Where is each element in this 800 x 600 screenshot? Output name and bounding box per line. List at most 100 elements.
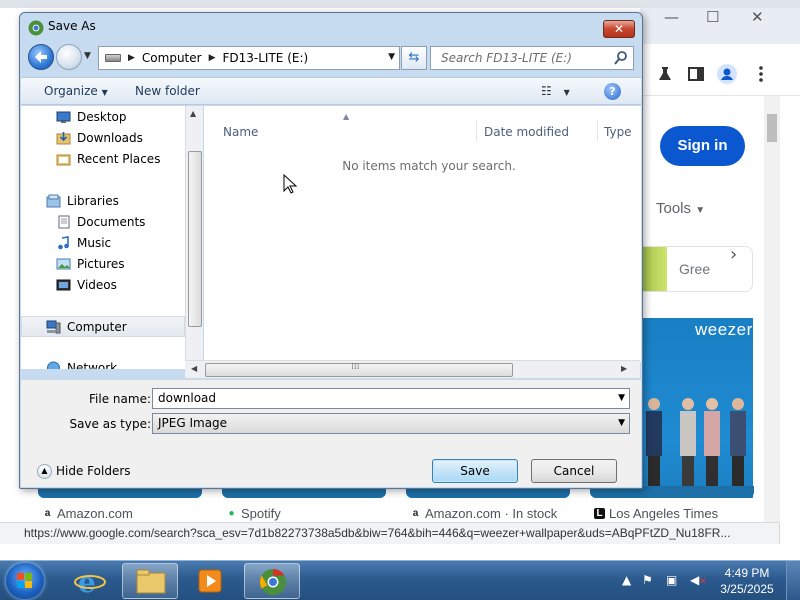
scroll-right-icon[interactable]: ▶ <box>621 364 627 373</box>
forward-button[interactable] <box>56 44 82 70</box>
sort-up-icon: ▲ <box>343 112 350 121</box>
column-header-name[interactable]: Name <box>223 125 258 139</box>
windows-logo-icon <box>17 573 32 588</box>
tools-dropdown-icon: ▼ <box>695 205 706 216</box>
close-browser-button[interactable]: ✕ <box>751 8 764 26</box>
help-icon[interactable]: ? <box>604 83 621 100</box>
search-placeholder: Search FD13-LITE (E:) <box>441 51 572 65</box>
show-hidden-icons[interactable]: ▲ <box>622 573 631 587</box>
file-name-input[interactable]: download ▼ <box>152 388 630 409</box>
recent-places-icon <box>56 154 71 166</box>
nav-item-recent-places[interactable]: Recent Places <box>21 149 185 170</box>
scroll-left-icon[interactable]: ◀ <box>191 364 197 373</box>
new-folder-button[interactable]: New folder <box>135 84 200 98</box>
image-source-label: Amazon.com · In stock <box>425 506 558 521</box>
nav-item-desktop[interactable]: Desktop <box>21 107 185 128</box>
hide-folders-button[interactable]: ▲ Hide Folders <box>37 464 131 479</box>
column-header-date-modified[interactable]: Date modified <box>484 125 569 139</box>
tools-menu[interactable]: Tools ▼ <box>656 200 705 217</box>
lab-flask-icon[interactable] <box>656 65 674 83</box>
file-name-value: download <box>158 391 217 405</box>
nav-item-videos[interactable]: Videos <box>21 275 185 296</box>
svg-text:e: e <box>78 566 96 599</box>
save-button[interactable]: Save <box>432 459 518 483</box>
back-button[interactable] <box>28 44 54 70</box>
image-source[interactable]: ● Spotify <box>226 506 281 521</box>
scrollbar-thumb[interactable] <box>767 114 777 142</box>
nav-item-music[interactable]: Music <box>21 233 185 254</box>
image-source[interactable]: L Los Angeles Times <box>594 506 718 521</box>
more-menu-icon[interactable] <box>752 65 770 83</box>
chevron-down-icon: ▼ <box>101 88 108 97</box>
cancel-button[interactable]: Cancel <box>531 459 617 483</box>
hide-folders-label: Hide Folders <box>56 464 131 478</box>
image-source[interactable]: a Amazon.com · In stock <box>410 506 558 521</box>
taskbar-chrome[interactable] <box>244 563 300 599</box>
taskbar-file-explorer[interactable] <box>122 563 178 599</box>
column-header-type[interactable]: Type <box>604 125 632 139</box>
browser-scrollbar[interactable] <box>764 96 780 526</box>
system-clock[interactable]: 4:49 PM 3/25/2025 <box>718 565 776 597</box>
nav-label: Libraries <box>67 194 119 208</box>
nav-pane-scrollbar[interactable]: ▲ ▼ <box>185 106 203 376</box>
nav-label: Videos <box>77 278 117 292</box>
organize-button[interactable]: Organize ▼ <box>44 84 108 98</box>
column-divider[interactable] <box>597 120 598 142</box>
file-list[interactable]: ▲ Name Date modified Type No items match… <box>204 106 641 362</box>
file-name-dropdown-icon[interactable]: ▼ <box>618 389 625 408</box>
breadcrumb-separator-icon[interactable]: ▶ <box>128 53 135 63</box>
file-list-horizontal-scrollbar[interactable]: ◀ ⁞⁞⁞ ▶ <box>185 360 640 378</box>
nav-item-downloads[interactable]: Downloads <box>21 128 185 149</box>
grip-icon: ⁞⁞⁞ <box>351 362 360 372</box>
image-logo-text: weezer <box>695 320 753 339</box>
breadcrumb-separator-icon[interactable]: ▶ <box>209 53 216 63</box>
action-center-flag-icon[interactable]: ⚑ <box>642 573 653 587</box>
history-dropdown-icon[interactable]: ▼ <box>84 51 91 61</box>
save-as-type-select[interactable]: JPEG Image ▼ <box>152 413 630 434</box>
taskbar-internet-explorer[interactable]: e <box>62 563 118 599</box>
nav-item-libraries[interactable]: Libraries <box>21 191 185 212</box>
nav-label: Downloads <box>77 131 143 145</box>
nav-item-computer[interactable]: Computer <box>21 316 185 337</box>
search-icon <box>614 51 627 65</box>
music-icon <box>58 236 69 250</box>
sign-in-button[interactable]: Sign in <box>660 126 745 166</box>
show-desktop-button[interactable] <box>786 561 800 600</box>
save-as-type-dropdown-icon[interactable]: ▼ <box>618 414 625 433</box>
network-status-icon[interactable]: ▣ <box>666 573 677 587</box>
search-input[interactable]: Search FD13-LITE (E:) <box>430 46 634 70</box>
arrow-left-icon <box>35 51 47 63</box>
address-dropdown-icon[interactable]: ▼ <box>388 52 395 62</box>
save-as-type-value: JPEG Image <box>158 416 228 430</box>
scroll-up-icon[interactable]: ▲ <box>190 109 196 118</box>
save-as-type-label: Save as type: <box>69 417 151 431</box>
chevron-right-icon[interactable]: › <box>730 244 737 265</box>
breadcrumb-computer[interactable]: Computer <box>142 51 202 65</box>
refresh-button[interactable]: ⇆ <box>401 46 427 70</box>
minimize-button[interactable]: — <box>664 8 679 26</box>
weezer-album-image[interactable]: weezer <box>643 318 753 498</box>
volume-muted-icon[interactable]: ◀✕ <box>690 573 707 587</box>
taskbar-media-player[interactable] <box>182 563 238 599</box>
side-panel-icon[interactable] <box>687 65 705 83</box>
media-player-icon <box>198 569 222 593</box>
profile-avatar-icon[interactable] <box>717 64 737 84</box>
change-view-button[interactable]: ☷ ▼ <box>541 84 573 100</box>
maximize-button[interactable]: ☐ <box>706 8 719 26</box>
nav-item-pictures[interactable]: Pictures <box>21 254 185 275</box>
address-bar[interactable]: ▶ Computer ▶ FD13-LITE (E:) ▼ <box>98 46 400 70</box>
start-button[interactable] <box>6 563 44 599</box>
result-thumbnail <box>643 247 667 291</box>
desktop-icon <box>56 111 71 123</box>
image-source-label: Spotify <box>241 506 281 521</box>
nav-item-documents[interactable]: Documents <box>21 212 185 233</box>
breadcrumb-drive[interactable]: FD13-LITE (E:) <box>223 51 309 65</box>
browser-top-strip <box>0 0 800 8</box>
column-divider[interactable] <box>476 120 477 142</box>
dialog-close-button[interactable]: ✕ <box>603 20 635 38</box>
navigation-pane: Desktop Downloads Recent Places Librarie… <box>21 106 185 369</box>
image-source[interactable]: a Amazon.com <box>42 506 133 521</box>
nav-item-network[interactable]: Network <box>21 358 185 369</box>
scrollbar-thumb[interactable]: ⁞⁞⁞ <box>205 362 513 377</box>
scrollbar-thumb[interactable] <box>188 151 202 327</box>
